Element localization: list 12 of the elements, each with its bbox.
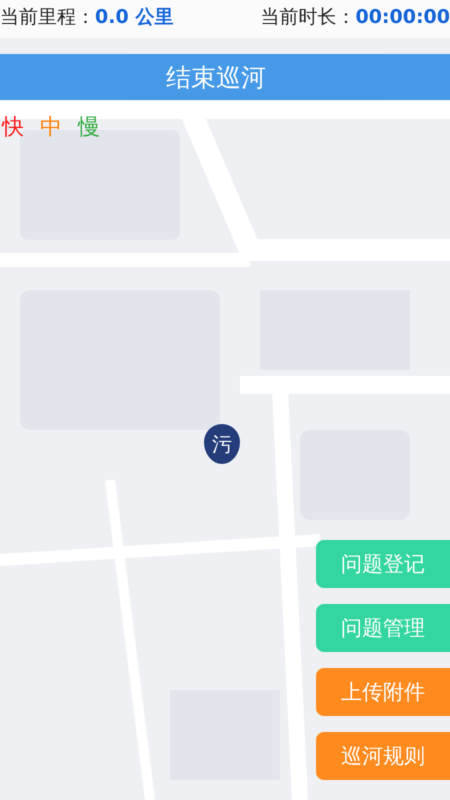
stat-label: 当前时长： [260,5,356,30]
action-button[interactable]: 问题管理 [316,604,450,652]
action-button[interactable]: 问题登记 [316,540,450,588]
speed-option[interactable]: 中 [40,112,62,142]
action-button[interactable]: 巡河规则 [316,732,450,780]
action-button[interactable]: 上传附件 [316,668,450,716]
stat-label: 当前里程： [0,5,95,30]
speed-option[interactable]: 快 [2,112,24,142]
speed-option[interactable]: 慢 [78,112,100,142]
stat-value: 00:00:00 [355,6,450,28]
stat-value: 0.0 公里 [95,5,174,30]
end-patrol-button[interactable]: 结束巡河 [0,54,450,100]
